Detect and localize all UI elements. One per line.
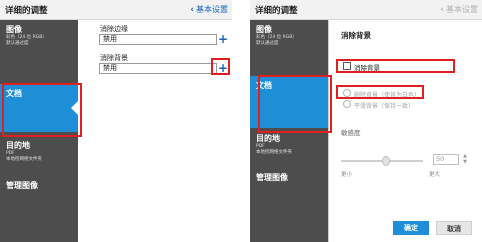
slider-max-label: 更大: [429, 172, 441, 178]
header: 详细的调整 ‹ 基本设置: [250, 0, 482, 20]
edge-removal-field[interactable]: 禁用: [99, 34, 217, 45]
chevron-left-icon: ‹: [440, 4, 444, 15]
sidebar-item-label: 文档: [256, 81, 272, 90]
back-to-basic-settings-link: ‹ 基本设置: [440, 4, 478, 15]
sidebar-item-detail: 本地检网络文件夹: [6, 157, 42, 162]
back-to-basic-settings-link[interactable]: ‹ 基本设置: [190, 4, 228, 15]
background-removal-field[interactable]: 禁用: [99, 63, 217, 74]
smooth-background-radio-label: 平滑背景（保持一致）: [354, 103, 415, 110]
back-link-label: 基本设置: [446, 5, 478, 14]
sidebar-item-manage-images[interactable]: 管理图像: [0, 178, 78, 198]
sidebar: 图像 彩色（24 位 RGB） 默认通过度 文档 目的地 PDF 本地检网络文件…: [250, 20, 328, 242]
sidebar-item-destination[interactable]: 目的地 PDF 本地检网络文件夹: [250, 131, 328, 165]
sidebar: 图像 彩色（24 位 RGB） 默认通过度 文档 目的地 PDF 本地检网络文件…: [0, 20, 79, 242]
sidebar-item-destination[interactable]: 目的地 PDF 本地检网络文件夹: [0, 138, 78, 172]
right-panel: 详细的调整 ‹ 基本设置 图像 彩色（24 位 RGB） 默认通过度 文档 目的…: [250, 0, 482, 242]
sidebar-item-label: 文档: [6, 89, 22, 98]
sensitivity-value-input[interactable]: 50: [433, 154, 459, 165]
chevron-left-icon: ‹: [190, 4, 194, 15]
edge-removal-label: 消除边缘: [100, 25, 128, 33]
left-panel: 详细的调整 ‹ 基本设置 图像 彩色（24 位 RGB） 默认通过度 文档 目的…: [0, 0, 232, 242]
edge-removal-plus-icon[interactable]: +: [217, 33, 229, 45]
ok-button[interactable]: 确定: [393, 221, 429, 235]
sidebar-item-detail: 默认通过度: [6, 41, 29, 46]
back-link-label: 基本设置: [196, 5, 228, 14]
cancel-button[interactable]: 取消: [436, 221, 472, 235]
sidebar-item-document[interactable]: 文档: [0, 84, 79, 132]
sidebar-item-label: 目的地: [6, 141, 30, 150]
sidebar-item-label: 管理图像: [6, 181, 38, 190]
sidebar-item-detail: 本地检网络文件夹: [256, 150, 292, 155]
dialog-title: 消除背景: [341, 31, 371, 40]
sidebar-item-document[interactable]: 文档: [250, 76, 328, 128]
sidebar-item-image[interactable]: 图像 彩色（24 位 RGB） 默认通过度: [250, 22, 328, 62]
sidebar-item-label: 管理图像: [256, 173, 288, 182]
settings-content: 消除边缘 禁用 + 消除背景 禁用 +: [78, 20, 232, 242]
sidebar-item-label: 图像: [256, 25, 272, 34]
page-title: 详细的调整: [5, 6, 48, 16]
page-title: 详细的调整: [255, 6, 298, 16]
header: 详细的调整 ‹ 基本设置: [0, 0, 232, 20]
background-removal-checkbox-label: 消除背景: [354, 64, 380, 72]
background-removal-checkbox[interactable]: [343, 62, 351, 70]
sensitivity-slider-thumb[interactable]: [382, 156, 390, 166]
sensitivity-label: 敏感度: [341, 129, 361, 137]
spinner-down-icon[interactable]: ▼: [463, 159, 467, 165]
smooth-background-radio[interactable]: [343, 100, 351, 108]
remove-background-radio[interactable]: [343, 89, 351, 97]
slider-min-label: 更小: [341, 172, 353, 178]
background-removal-dialog: 消除背景 消除背景 删除背景（使其为白色） 平滑背景（保持一致） 敏感度 50 …: [328, 20, 482, 242]
sensitivity-spinner[interactable]: ▲ ▼: [461, 153, 469, 166]
sidebar-item-detail: 默认通过度: [256, 41, 279, 46]
background-removal-plus-icon[interactable]: +: [217, 62, 229, 74]
sidebar-item-label: 目的地: [256, 134, 280, 143]
sidebar-item-label: 图像: [6, 25, 22, 34]
background-removal-label: 消除背景: [100, 54, 128, 62]
sidebar-item-image[interactable]: 图像 彩色（24 位 RGB） 默认通过度: [0, 22, 78, 62]
remove-background-radio-label: 删除背景（使其为白色）: [354, 92, 421, 99]
sidebar-item-manage-images[interactable]: 管理图像: [250, 170, 328, 190]
